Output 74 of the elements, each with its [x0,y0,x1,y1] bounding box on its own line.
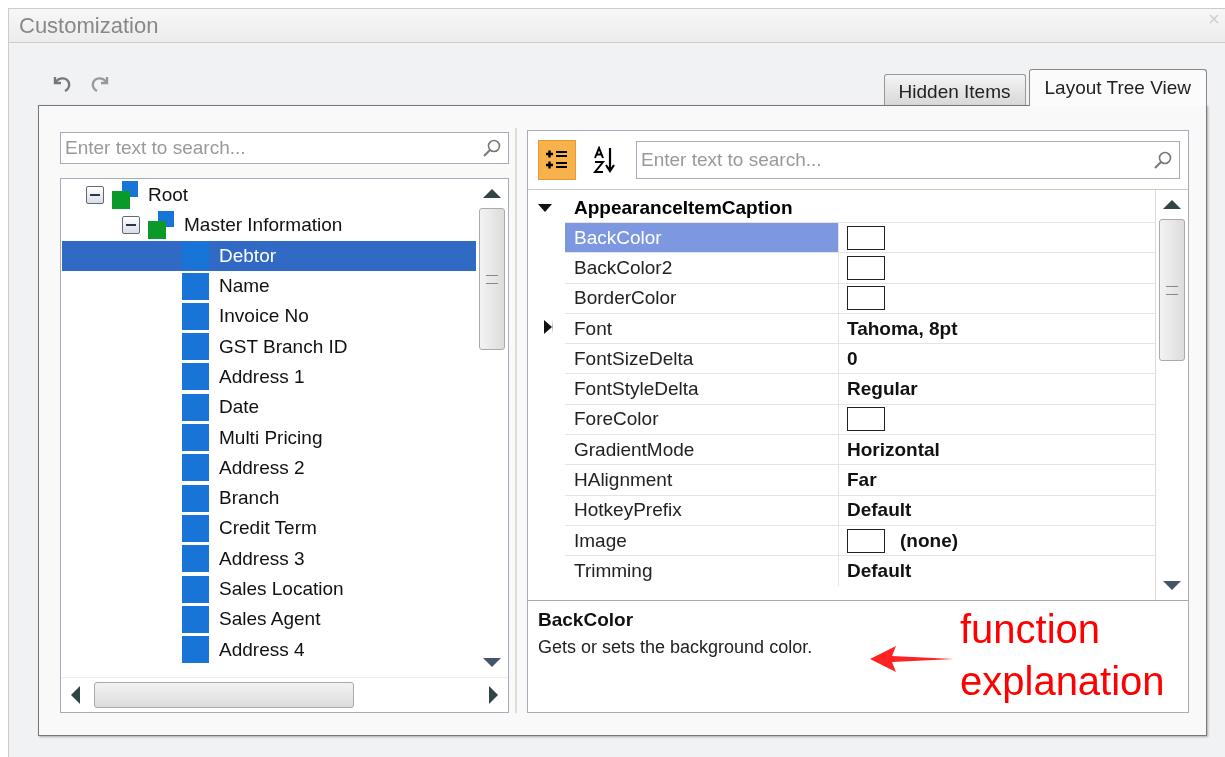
tree-item[interactable]: Root [62,180,476,211]
color-swatch[interactable] [847,286,885,311]
property-name[interactable]: GradientMode [565,434,839,465]
description-title: BackColor [538,609,634,631]
item-icon [182,333,209,361]
item-icon [182,575,209,603]
annotation-text: function [960,606,1102,653]
tree-item[interactable]: Date [62,392,476,423]
tree-item[interactable]: Branch [62,482,476,514]
search-icon [1153,150,1173,170]
tree-item[interactable]: Address 4 [62,634,476,665]
tree-item[interactable]: Sales Agent [62,604,476,635]
tree-item[interactable]: Name [62,270,476,302]
property-name[interactable]: HotkeyPrefix [565,494,839,525]
tree-item[interactable]: Credit Term [62,513,476,544]
collapse-icon[interactable] [122,216,140,235]
collapse-icon[interactable] [86,186,104,205]
tree-item[interactable]: Master Information [62,210,476,241]
property-value: (none) [900,529,959,552]
item-icon [182,454,209,482]
property-name[interactable]: FontSizeDelta [565,343,839,374]
tree-item[interactable]: Address 2 [62,452,476,483]
property-value: Default [847,499,912,522]
tree-item[interactable]: GST Branch ID [62,331,476,362]
tree-item[interactable]: Multi Pricing [62,422,476,453]
color-swatch[interactable] [847,225,885,250]
vertical-scrollbar[interactable] [1155,190,1188,600]
item-icon [182,514,209,542]
property-name[interactable]: HAlignment [565,464,839,495]
property-name[interactable]: Trimming [565,555,839,586]
property-value: Tahoma, 8pt [847,317,958,340]
sort-az-icon [593,146,617,174]
property-name[interactable]: FontStyleDelta [565,373,839,404]
item-icon [182,484,209,512]
item-icon [182,302,209,330]
caret-right-icon[interactable] [544,320,553,335]
property-name[interactable]: BorderColor [565,282,839,313]
window-title: Customization [19,12,159,39]
property-value: Horizontal [847,438,940,461]
categorized-list-icon [545,148,569,172]
tree-item[interactable]: Debtor [62,240,476,271]
item-icon [182,424,209,451]
description-text: Gets or sets the background color. [538,637,813,658]
tab[interactable]: Layout Tree View [1028,69,1207,106]
property-value: Far [847,469,877,491]
color-swatch[interactable] [847,407,885,432]
property-name[interactable]: Font [565,312,839,344]
image-swatch[interactable] [847,528,885,553]
category-label: AppearanceItemCaption [574,197,793,219]
item-icon [182,636,209,664]
item-icon [182,272,209,300]
tree-item[interactable]: Invoice No [62,301,476,332]
property-name[interactable]: Image [565,524,839,556]
property-name[interactable]: BackColor2 [565,252,839,283]
search-field[interactable]: Enter text to search... [636,141,1180,179]
item-icon [182,363,209,391]
tree-item[interactable]: Sales Location [62,573,476,605]
item-icon [182,605,209,633]
property-name[interactable]: ForeColor [565,403,839,435]
search-field[interactable]: Enter text to search... [60,132,509,164]
tab[interactable]: Hidden Items [883,74,1026,105]
property-value: 0 [847,347,858,370]
property-value: Default [847,559,912,582]
categorized-button[interactable] [538,140,576,180]
item-icon [182,545,209,573]
caret-down-icon[interactable] [538,204,552,212]
annotation-text: explanation [960,658,1165,705]
search-icon [482,138,502,158]
item-icon [182,393,209,421]
tree-item[interactable]: Address 1 [62,361,476,393]
tree-item[interactable]: Address 3 [62,543,476,574]
item-icon [182,242,209,270]
property-value: Regular [847,378,918,401]
color-swatch[interactable] [847,255,885,280]
